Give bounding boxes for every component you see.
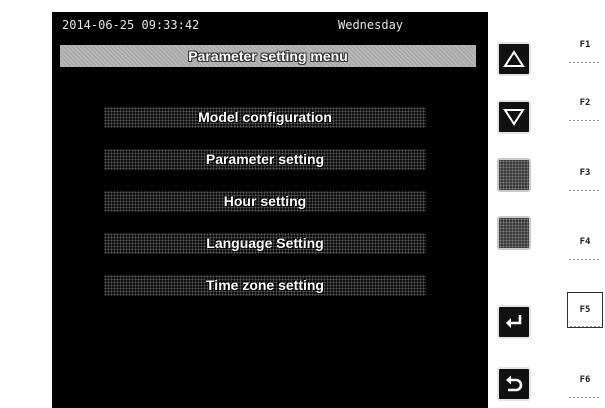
arrow-up-icon [503,50,525,67]
blank-softkey-1[interactable] [497,158,531,192]
return-icon [506,375,523,392]
up-button[interactable] [497,42,531,76]
menu-item-language-setting[interactable]: Language Setting [104,233,426,254]
device-panel: 2014-06-25 09:33:42 Wednesday Parameter … [0,0,605,408]
menu-item-hour-setting[interactable]: Hour setting [104,191,426,212]
datetime-readout: 2014-06-25 09:33:42 [62,18,200,32]
arrow-down-icon [503,109,525,126]
enter-icon [506,315,522,328]
menu-title: Parameter setting menu [60,45,476,67]
f3-key[interactable]: F3 [567,155,603,191]
menu-item-time-zone-setting[interactable]: Time zone setting [104,275,426,296]
f5-key[interactable]: F5 [567,292,603,328]
blank-softkey-2[interactable] [497,216,531,250]
f1-key[interactable]: F1 [567,27,603,63]
lcd-screen: 2014-06-25 09:33:42 Wednesday Parameter … [52,12,531,408]
f4-key[interactable]: F4 [567,224,603,260]
f2-key[interactable]: F2 [567,85,603,121]
status-bar: 2014-06-25 09:33:42 Wednesday [52,12,488,40]
menu-item-model-configuration[interactable]: Model configuration [104,107,426,128]
f6-key[interactable]: F6 [567,362,603,398]
weekday-readout: Wednesday [338,18,404,32]
enter-button[interactable] [497,305,531,339]
return-button[interactable] [497,367,531,401]
menu-item-parameter-setting[interactable]: Parameter setting [104,149,426,170]
down-button[interactable] [497,100,531,134]
